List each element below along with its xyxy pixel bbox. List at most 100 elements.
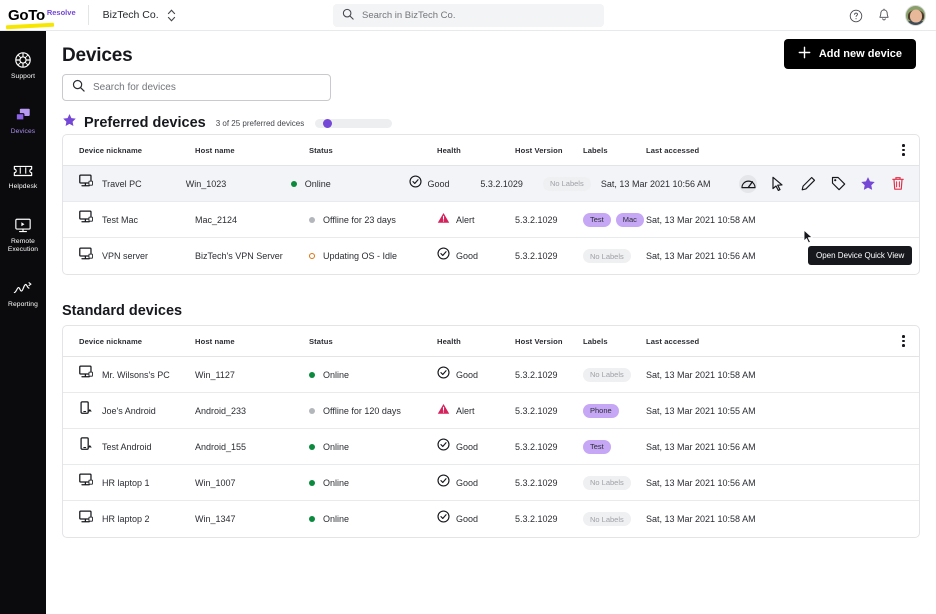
edit-pencil-icon[interactable]: [799, 175, 817, 193]
label-pill[interactable]: Test: [583, 440, 611, 454]
label-pill[interactable]: Test: [583, 213, 611, 227]
global-search-placeholder: Search in BizTech Co.: [362, 10, 455, 21]
device-search-input[interactable]: Search for devices: [62, 74, 331, 101]
account-name: BizTech Co.: [103, 9, 159, 21]
preferred-devices-meta: 3 of 25 preferred devices: [216, 119, 305, 128]
mouse-cursor: [803, 229, 814, 249]
remote-control-cursor-icon[interactable]: [769, 175, 787, 193]
cell-status: Online: [309, 370, 437, 380]
column-header-status: Status: [309, 146, 437, 155]
status-dot-online: [309, 372, 315, 378]
sidebar-label-helpdesk: Helpdesk: [9, 183, 38, 191]
status-dot-online: [309, 444, 315, 450]
star-filled-icon[interactable]: [859, 175, 877, 193]
sidebar-label-reporting: Reporting: [8, 301, 38, 309]
status-text: Updating OS - Idle: [323, 251, 397, 261]
standard-devices-title: Standard devices: [62, 303, 182, 319]
left-sidebar: Support Devices Helpdesk Remote: [0, 31, 46, 614]
cell-last-accessed: Sat, 13 Mar 2021 10:58 AM: [646, 370, 796, 380]
sidebar-item-support[interactable]: Support: [0, 43, 46, 88]
table-header-row: Device nickname Host name Status Health …: [63, 326, 919, 357]
cell-last-accessed: Sat, 13 Mar 2021 10:56 AM: [601, 179, 739, 189]
cell-host-version: 5.3.2.1029: [515, 406, 583, 416]
plus-icon: [798, 46, 811, 62]
reporting-chart-icon: [13, 279, 33, 297]
more-vertical-icon[interactable]: [900, 140, 907, 160]
logo-resolve-text: Resolve: [47, 9, 76, 17]
sidebar-label-support: Support: [11, 73, 35, 81]
label-tag-icon[interactable]: [829, 175, 847, 193]
health-text: Good: [456, 251, 478, 261]
table-row[interactable]: HR laptop 2 Win_1347 Online Good 5.3.2.1…: [63, 501, 919, 537]
cell-host-version: 5.3.2.1029: [515, 442, 583, 452]
cell-device-nickname: Joe's Android: [63, 401, 195, 420]
health-text: Good: [456, 370, 478, 380]
table-row[interactable]: VPN server BizTech's VPN Server Updating…: [63, 238, 919, 274]
cell-host-version: 5.3.2.1029: [515, 514, 583, 524]
health-text: Good: [456, 442, 478, 452]
no-labels-pill: No Labels: [583, 512, 631, 526]
table-row[interactable]: Test Mac Mac_2124 Offline for 23 days Al…: [63, 202, 919, 238]
label-pill[interactable]: Mac: [616, 213, 644, 227]
cell-host-name: BizTech's VPN Server: [195, 251, 309, 261]
sidebar-item-reporting[interactable]: Reporting: [0, 271, 46, 316]
cell-host-name: Mac_2124: [195, 215, 309, 225]
desktop-monitor-icon: [79, 210, 94, 229]
search-icon: [342, 7, 354, 25]
logo-goto-text: GoTo: [8, 8, 45, 23]
column-header-device-nickname: Device nickname: [63, 337, 195, 346]
account-switcher[interactable]: BizTech Co.: [103, 9, 176, 22]
column-header-last-accessed: Last accessed: [646, 146, 796, 155]
topbar-divider: [88, 5, 89, 25]
add-new-device-button[interactable]: Add new device: [784, 39, 916, 69]
cell-health: Good: [437, 366, 515, 384]
goto-resolve-logo[interactable]: GoTo Resolve: [0, 8, 76, 23]
table-row[interactable]: Travel PC Win_1023 Online Good 5.3.2.102…: [63, 166, 919, 202]
user-avatar[interactable]: [905, 5, 926, 26]
page-title: Devices: [62, 45, 132, 67]
column-header-device-nickname: Device nickname: [63, 146, 195, 155]
table-row[interactable]: Joe's Android Android_233 Offline for 12…: [63, 393, 919, 429]
sidebar-item-remote-execution[interactable]: Remote Execution: [0, 208, 46, 261]
mobile-phone-icon: [79, 437, 94, 456]
column-header-host-version: Host Version: [515, 146, 583, 155]
column-header-health: Health: [437, 146, 515, 155]
health-alert-triangle-icon: [437, 402, 450, 420]
trash-delete-icon[interactable]: [889, 175, 907, 193]
table-row[interactable]: HR laptop 1 Win_1007 Online Good 5.3.2.1…: [63, 465, 919, 501]
status-text: Online: [323, 370, 349, 380]
table-row[interactable]: Mr. Wilsons's PC Win_1127 Online Good 5.…: [63, 357, 919, 393]
table-row[interactable]: Test Android Android_155 Online Good 5.3…: [63, 429, 919, 465]
cell-labels: No Labels: [543, 177, 601, 191]
cell-host-name: Android_155: [195, 442, 309, 452]
main-content: Devices Add new device Search for device…: [46, 31, 936, 614]
cell-status: Offline for 23 days: [309, 215, 437, 225]
devices-monitor-icon: [13, 106, 33, 124]
table-header-row: Device nickname Host name Status Health …: [63, 135, 919, 166]
no-labels-pill: No Labels: [583, 476, 631, 490]
notification-bell-icon[interactable]: [877, 8, 891, 23]
cell-host-version: 5.3.2.1029: [515, 370, 583, 380]
cell-host-version: 5.3.2.1029: [515, 251, 583, 261]
desktop-monitor-icon: [79, 174, 94, 193]
label-pill[interactable]: Phone: [583, 404, 619, 418]
status-dot-online: [309, 480, 315, 486]
support-lifering-icon: [13, 51, 33, 69]
cell-health: Good: [409, 175, 481, 193]
quick-view-icon[interactable]: [739, 175, 757, 193]
cell-last-accessed: Sat, 13 Mar 2021 10:56 AM: [646, 478, 796, 488]
status-text: Online: [323, 514, 349, 524]
no-labels-pill: No Labels: [543, 177, 591, 191]
cell-host-name: Win_1007: [195, 478, 309, 488]
health-good-check-icon: [409, 175, 422, 193]
more-vertical-icon[interactable]: [900, 331, 907, 351]
help-circle-icon[interactable]: [849, 9, 863, 23]
status-dot-online: [291, 181, 297, 187]
device-nickname-text: Test Mac: [102, 215, 138, 225]
device-nickname-text: Joe's Android: [102, 406, 156, 416]
global-search-input[interactable]: Search in BizTech Co.: [333, 4, 604, 27]
sidebar-item-helpdesk[interactable]: Helpdesk: [0, 153, 46, 198]
cell-labels: Test Mac: [583, 213, 646, 227]
sidebar-item-devices[interactable]: Devices: [0, 98, 46, 143]
status-dot-offline: [309, 217, 315, 223]
